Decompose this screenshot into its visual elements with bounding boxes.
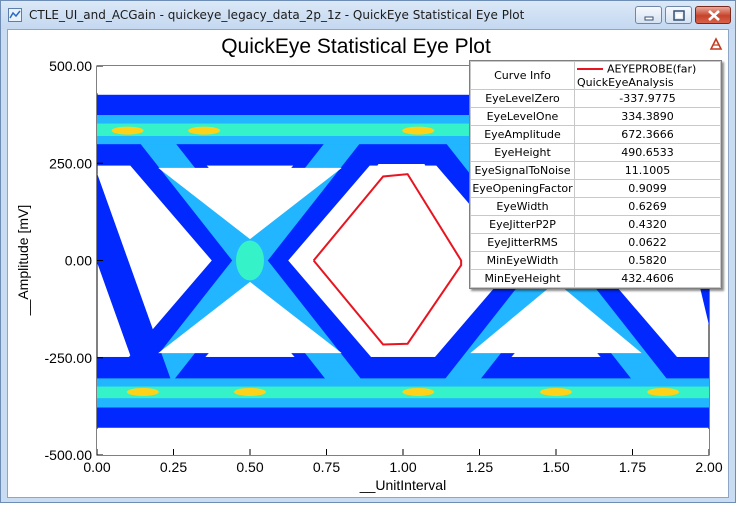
info-row: MinEyeWidth 0.5820 xyxy=(470,250,721,270)
x-tick-label: 1.25 xyxy=(466,459,493,475)
maximize-button[interactable] xyxy=(665,6,692,24)
info-row: EyeJitterRMS 0.0622 xyxy=(470,232,721,252)
info-row-name: EyeLevelOne xyxy=(470,106,575,126)
info-row-name: EyeWidth xyxy=(470,196,575,216)
info-row: EyeOpeningFactor 0.9099 xyxy=(470,178,721,198)
window-title: CTLE_UI_and_ACGain - quickeye_legacy_dat… xyxy=(29,8,525,22)
y-axis: 500.00 250.00 0.00 -250.00 -500.00 xyxy=(45,58,103,463)
info-row-name: EyeJitterP2P xyxy=(470,214,575,234)
info-row-name: EyeHeight xyxy=(470,142,575,162)
y-tick-label: 250.00 xyxy=(49,155,92,171)
curve-info-header: Curve Info xyxy=(470,61,575,90)
y-axis-label: __Amplitude [mV] xyxy=(15,205,31,317)
app-window: CTLE_UI_and_ACGain - quickeye_legacy_dat… xyxy=(0,0,736,503)
ansys-logo-icon xyxy=(709,37,723,50)
info-row-name: EyeAmplitude xyxy=(470,124,575,144)
info-row: EyeLevelOne 334.3890 xyxy=(470,106,721,126)
minimize-icon xyxy=(644,16,654,21)
x-tick-label: 1.75 xyxy=(619,459,646,475)
y-tick-label: 500.00 xyxy=(49,58,92,74)
info-row-value: 0.0622 xyxy=(574,232,721,252)
x-axis-label: __UnitInterval xyxy=(359,477,446,493)
x-tick-label: 1.50 xyxy=(542,459,569,475)
info-row-value: 11.1005 xyxy=(574,160,721,180)
info-row-name: EyeOpeningFactor xyxy=(470,178,575,198)
close-button[interactable] xyxy=(695,6,731,24)
density-peak xyxy=(234,387,266,396)
close-icon xyxy=(708,10,720,21)
legend-series-name: AEYEPROBE(far) xyxy=(607,62,697,76)
density-peak xyxy=(402,126,435,135)
info-row-value: 432.4606 xyxy=(574,268,721,288)
density-peak xyxy=(188,126,221,135)
info-row-value: 490.6533 xyxy=(574,142,721,162)
info-row-value: 672.3666 xyxy=(574,124,721,144)
x-tick-label: 1.00 xyxy=(389,459,416,475)
info-row-name: EyeJitterRMS xyxy=(470,232,575,252)
plot-panel: QuickEye Statistical Eye Plot 0.00 0.25 0.… xyxy=(7,29,729,498)
info-row: EyeAmplitude 672.3666 xyxy=(470,124,721,144)
x-tick-label: 2.00 xyxy=(695,459,722,475)
info-row-value: 334.3890 xyxy=(574,106,721,126)
minimize-button[interactable] xyxy=(635,6,662,24)
density-peak xyxy=(540,387,572,396)
legend-entry: AEYEPROBE(far) QuickEyeAnalysis xyxy=(574,61,721,90)
info-row-value: 0.9099 xyxy=(574,178,721,198)
info-row-name: MinEyeWidth xyxy=(470,250,575,270)
info-row-name: EyeSignalToNoise xyxy=(470,160,575,180)
x-tick-label: 0.75 xyxy=(313,459,340,475)
info-row: EyeSignalToNoise 11.1005 xyxy=(470,160,721,180)
info-row-value: 0.6269 xyxy=(574,196,721,216)
title-bar[interactable]: CTLE_UI_and_ACGain - quickeye_legacy_dat… xyxy=(1,1,735,29)
info-row-value: 0.4320 xyxy=(574,214,721,234)
info-row: EyeJitterP2P 0.4320 xyxy=(470,214,721,234)
info-row-value: -337.9775 xyxy=(574,88,721,108)
info-row: EyeWidth 0.6269 xyxy=(470,196,721,216)
density-peak xyxy=(647,387,680,396)
density-peak xyxy=(111,126,144,135)
info-row: EyeLevelZero -337.9775 xyxy=(470,88,721,108)
legend-series-subname: QuickEyeAnalysis xyxy=(577,75,674,89)
x-tick-label: 0.25 xyxy=(160,459,187,475)
density-peak xyxy=(402,387,435,396)
restore-icon xyxy=(673,10,685,21)
info-row-name: MinEyeHeight xyxy=(470,268,575,288)
x-tick-label: 0.50 xyxy=(236,459,263,475)
chart-title: QuickEye Statistical Eye Plot xyxy=(221,35,491,58)
density-crossing-center xyxy=(236,240,264,281)
density-peak xyxy=(126,387,159,396)
y-tick-label: -250.00 xyxy=(45,350,93,366)
info-row: MinEyeHeight 432.4606 xyxy=(470,268,721,288)
app-icon xyxy=(8,8,22,22)
y-tick-label: -500.00 xyxy=(45,447,93,463)
y-tick-label: 0.00 xyxy=(65,253,92,269)
info-row-value: 0.5820 xyxy=(574,250,721,270)
curve-info-table: Curve Info AEYEPROBE(far) QuickEyeAnalys… xyxy=(469,60,722,289)
info-row-name: EyeLevelZero xyxy=(470,88,575,108)
info-row: EyeHeight 490.6533 xyxy=(470,142,721,162)
legend-swatch xyxy=(577,68,603,70)
